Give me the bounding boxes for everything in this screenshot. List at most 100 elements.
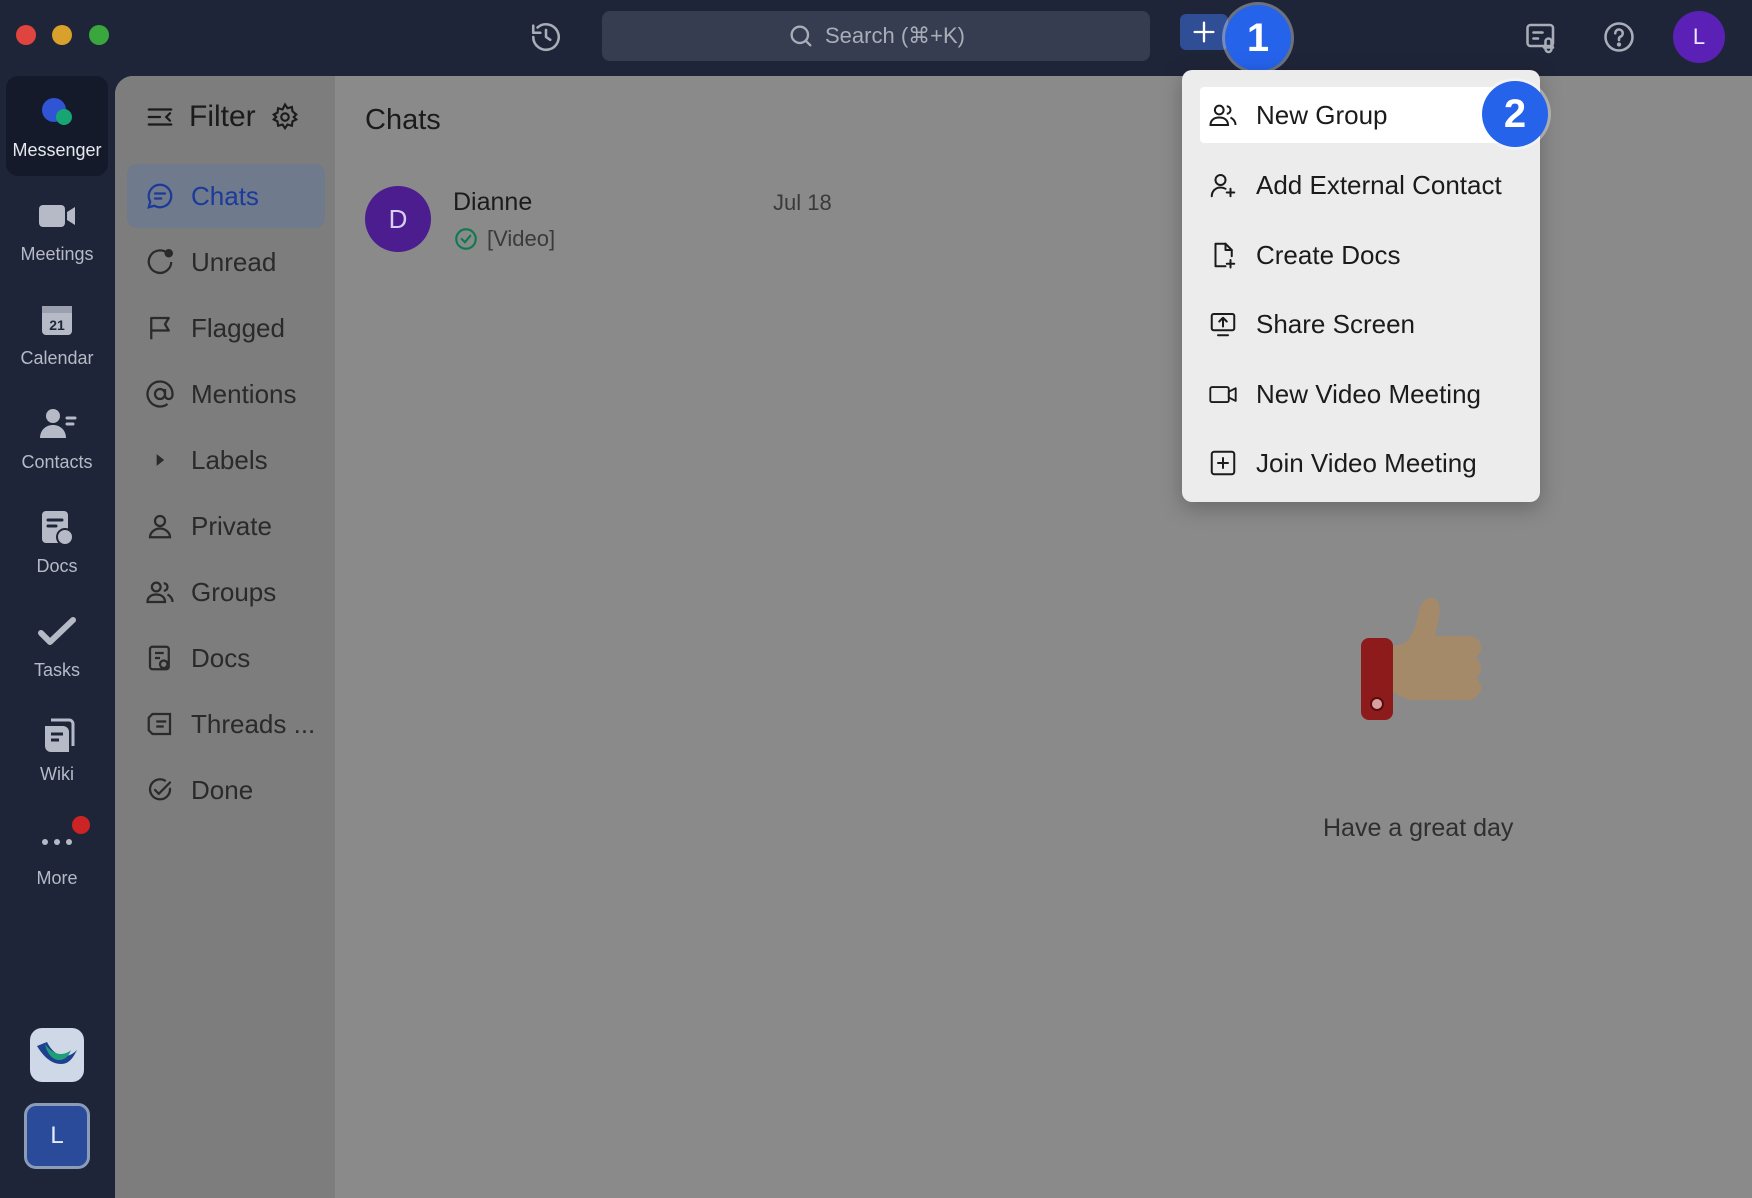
- filter-label: Threads ...: [191, 708, 316, 739]
- filter-chats[interactable]: Chats: [127, 164, 325, 228]
- nav-messenger[interactable]: Messenger: [6, 76, 108, 176]
- notifications-button[interactable]: [1520, 16, 1562, 58]
- person-icon: [145, 511, 175, 541]
- filter-flagged[interactable]: Flagged: [127, 296, 325, 360]
- nav-meetings[interactable]: Meetings: [6, 180, 108, 280]
- chats-title: Chats: [365, 104, 441, 136]
- new-item-button[interactable]: [1180, 14, 1228, 50]
- done-check-icon: [145, 775, 175, 805]
- nav-tasks[interactable]: Tasks: [6, 596, 108, 696]
- menu-label: Add External Contact: [1256, 169, 1502, 200]
- check-circle-icon: [455, 228, 477, 250]
- wiki-icon: [37, 716, 77, 756]
- filter-label: Unread: [191, 246, 277, 277]
- help-icon: [1604, 22, 1634, 52]
- filter-unread[interactable]: Unread: [127, 230, 325, 294]
- nav-label: Contacts: [21, 451, 93, 472]
- add-contact-icon: [1208, 170, 1238, 200]
- menu-new-group[interactable]: New Group: [1200, 87, 1522, 143]
- step-badge-1: 1: [1225, 5, 1291, 71]
- thumbs-up-illustration: [1361, 598, 1481, 720]
- chat-bubble-icon: [145, 181, 175, 211]
- user-avatar[interactable]: L: [1673, 11, 1725, 63]
- filter-label: Chats: [191, 180, 259, 211]
- app-shortcut[interactable]: [30, 1028, 84, 1082]
- history-icon: [531, 23, 561, 52]
- chat-row[interactable]: D Dianne Jul 18 [Video]: [365, 186, 835, 262]
- plus-icon: [1193, 21, 1215, 43]
- help-button[interactable]: [1598, 16, 1640, 58]
- video-camera-icon: [37, 196, 77, 236]
- group-add-icon: [1208, 100, 1238, 130]
- nav-label: Messenger: [12, 139, 102, 160]
- docs-icon: [37, 508, 77, 548]
- filter-label: Flagged: [191, 312, 285, 343]
- video-meeting-icon: [1208, 379, 1238, 409]
- window-zoom-button[interactable]: [89, 25, 109, 45]
- search-placeholder: Search (⌘+K): [825, 23, 965, 48]
- nav-label: Meetings: [20, 243, 94, 264]
- chat-preview: [Video]: [453, 226, 555, 252]
- nav-label: Calendar: [20, 347, 94, 368]
- calendar-icon: 21: [37, 300, 77, 340]
- filter-done[interactable]: Done: [127, 758, 325, 822]
- tasks-icon: [37, 612, 77, 652]
- contacts-icon: [37, 404, 77, 444]
- window-minimize-button[interactable]: [52, 25, 72, 45]
- share-screen-icon: [1208, 309, 1238, 339]
- filter-docs[interactable]: Docs: [127, 626, 325, 690]
- step-badge-2: 2: [1482, 81, 1548, 147]
- menu-add-external-contact[interactable]: Add External Contact: [1200, 157, 1522, 213]
- filter-label: Private: [191, 510, 272, 541]
- unread-icon: [145, 247, 175, 277]
- filter-title: Filter: [189, 100, 256, 133]
- new-item-menu: New Group Add External Contact Create Do…: [1182, 70, 1540, 502]
- nav-calendar[interactable]: 21 Calendar: [6, 284, 108, 384]
- menu-join-video-meeting[interactable]: Join Video Meeting: [1200, 435, 1522, 491]
- filter-threads[interactable]: Threads ...: [127, 692, 325, 756]
- create-doc-icon: [1208, 240, 1238, 270]
- svg-text:21: 21: [49, 317, 65, 333]
- menu-share-screen[interactable]: Share Screen: [1200, 296, 1522, 352]
- menu-label: Share Screen: [1256, 308, 1415, 339]
- filter-label: Docs: [191, 642, 251, 673]
- filter-groups[interactable]: Groups: [127, 560, 325, 624]
- empty-state-message: Have a great day: [1323, 814, 1514, 842]
- nav-docs[interactable]: Docs: [6, 492, 108, 592]
- nav-contacts[interactable]: Contacts: [6, 388, 108, 488]
- group-icon: [145, 577, 175, 607]
- profile-button[interactable]: L: [24, 1103, 90, 1169]
- nav-label: Docs: [36, 555, 78, 576]
- nav-wiki[interactable]: Wiki: [6, 700, 108, 800]
- chat-avatar: D: [365, 186, 431, 252]
- menu-label: New Video Meeting: [1256, 378, 1481, 409]
- history-button[interactable]: [526, 17, 566, 57]
- collapse-sidebar-icon[interactable]: [145, 102, 175, 132]
- window-close-button[interactable]: [16, 25, 36, 45]
- menu-label: Create Docs: [1256, 239, 1401, 270]
- menu-new-video-meeting[interactable]: New Video Meeting: [1200, 366, 1522, 422]
- filter-pane: Filter Chats Unread Flagged Mentions Lab…: [115, 76, 335, 1198]
- caret-right-icon: [145, 445, 175, 475]
- menu-label: New Group: [1256, 99, 1388, 130]
- notification-dot: [72, 816, 90, 834]
- chat-name: Dianne: [453, 188, 533, 216]
- filter-labels[interactable]: Labels: [127, 428, 325, 492]
- filter-mentions[interactable]: Mentions: [127, 362, 325, 426]
- menu-create-docs[interactable]: Create Docs: [1200, 227, 1522, 283]
- nav-more[interactable]: More: [6, 804, 108, 904]
- filter-private[interactable]: Private: [127, 494, 325, 558]
- filter-label: Labels: [191, 444, 268, 475]
- chat-date: Jul 18: [773, 190, 832, 215]
- gear-icon[interactable]: [270, 102, 300, 132]
- chat-preview-text: [Video]: [487, 226, 556, 251]
- filter-label: Groups: [191, 576, 277, 607]
- more-icon: [37, 820, 77, 860]
- search-bar[interactable]: Search (⌘+K): [602, 11, 1150, 61]
- nav-label: Tasks: [33, 659, 80, 680]
- flag-icon: [145, 313, 175, 343]
- title-bar: Search (⌘+K) 1 L: [0, 0, 1752, 76]
- threads-icon: [145, 709, 175, 739]
- nav-label: More: [36, 867, 78, 888]
- app-logo-icon: [37, 1042, 77, 1064]
